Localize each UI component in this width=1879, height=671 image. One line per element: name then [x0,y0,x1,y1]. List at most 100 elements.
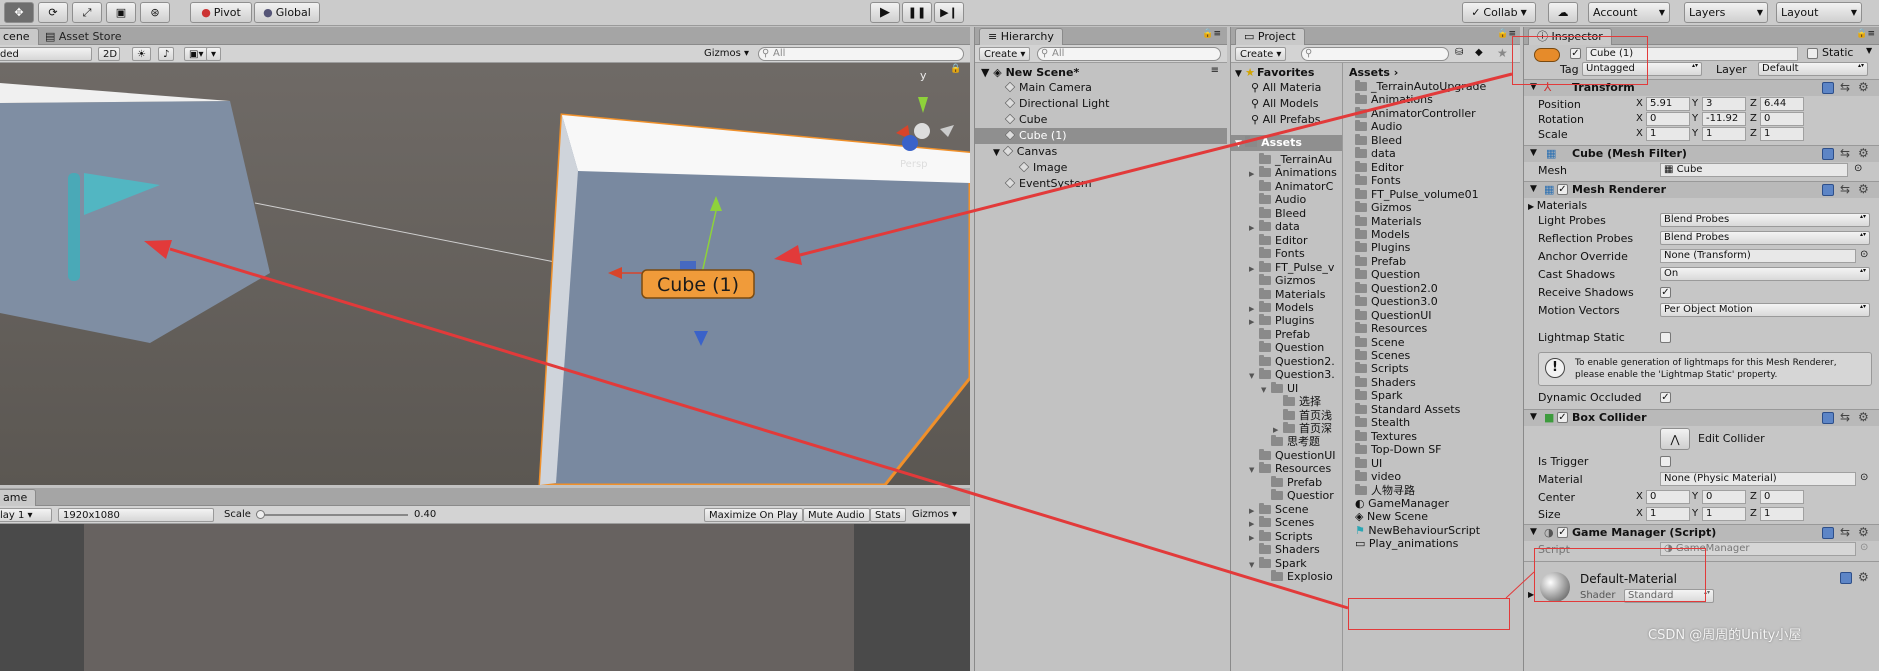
box-collider-header[interactable]: ▼ ■ ✓ Box Collider ⇆ ⚙ [1524,409,1879,426]
help-book-icon[interactable] [1822,412,1834,424]
size-x-field[interactable]: 1 [1646,507,1690,521]
motion-vectors-dropdown[interactable]: Per Object Motion [1660,303,1870,317]
anchor-override-field[interactable]: None (Transform) [1660,249,1856,263]
rotation-x-field[interactable]: 0 [1646,112,1690,126]
favorite-item[interactable]: ⚲ All Prefabs [1251,112,1321,128]
hierarchy-item[interactable]: EventSystem [1004,176,1092,192]
stats-toggle[interactable]: Stats [870,508,906,522]
game-viewport[interactable] [84,524,854,671]
collab-dropdown[interactable]: ✓ Collab ▼ [1462,2,1536,23]
2d-toggle[interactable]: 2D [98,47,120,61]
hierarchy-item[interactable]: Image [1018,160,1067,176]
object-picker-icon[interactable]: ⊙ [1860,472,1868,483]
tab-game[interactable]: ame [0,489,37,506]
triangle-down-icon[interactable]: ▼ [1261,382,1271,398]
cast-shadows-dropdown[interactable]: On [1660,267,1870,281]
lock-icon[interactable]: 🔒 [950,63,961,74]
mute-audio-toggle[interactable]: Mute Audio [803,508,870,522]
rotate-tool-icon[interactable]: ⟳ [38,2,68,23]
scale-slider[interactable] [258,514,408,516]
help-book-icon[interactable] [1822,184,1834,196]
tree-folder[interactable]: Explosio [1261,569,1333,585]
game-gizmos-dropdown[interactable]: Gizmos ▾ [908,508,961,522]
tab-hierarchy[interactable]: ≡ Hierarchy [979,28,1063,45]
gear-icon[interactable]: ⚙ [1858,525,1869,539]
effects-toggle-icon[interactable]: ▣▾ [184,47,209,61]
move-tool-icon[interactable]: ✥ [4,2,34,23]
component-enabled-checkbox[interactable]: ✓ [1557,412,1568,423]
tab-project[interactable]: ▭ Project [1235,28,1305,45]
gear-icon[interactable]: ⚙ [1858,80,1869,94]
rect-tool-icon[interactable]: ▣ [106,2,136,23]
maximize-on-play-toggle[interactable]: Maximize On Play [704,508,803,522]
hierarchy-item[interactable]: Directional Light [1004,96,1109,112]
help-book-icon[interactable] [1822,527,1834,539]
light-probes-dropdown[interactable]: Blend Probes [1660,213,1870,227]
mesh-renderer-header[interactable]: ▼ ▦ ✓ Mesh Renderer ⇆ ⚙ [1524,181,1879,198]
reflection-probes-dropdown[interactable]: Blend Probes [1660,231,1870,245]
pause-button[interactable]: ❚❚ [902,2,932,23]
lock-icon[interactable]: 🔒≡ [1856,29,1875,39]
scene-viewport[interactable]: Cube (1) y Persp 🔒 [0,63,970,485]
position-x-field[interactable]: 5.91 [1646,97,1690,111]
scale-slider-thumb[interactable] [256,510,265,519]
tab-scene[interactable]: cene [0,28,39,45]
scale-tool-icon[interactable]: ⤢ [72,2,102,23]
materials-foldout[interactable]: ▶ Materials [1528,199,1587,212]
create-dropdown[interactable]: Create ▾ [979,47,1031,61]
triangle-down-icon[interactable]: ▼ [1249,368,1259,384]
lock-icon[interactable]: 🔒≡ [1202,29,1221,39]
center-z-field[interactable]: 0 [1760,490,1804,504]
resolution-dropdown[interactable]: 1920x1080 [58,508,214,522]
help-book-icon[interactable] [1840,572,1852,584]
asset-item[interactable]: ▭ Play_animations [1355,536,1458,552]
layers-visibility-icon[interactable]: ▾ [206,47,222,61]
project-search-input[interactable]: ⚲ [1301,47,1449,61]
scale-z-field[interactable]: 1 [1760,127,1804,141]
gizmos-dropdown[interactable]: Gizmos ▾ [700,47,750,61]
center-x-field[interactable]: 0 [1646,490,1690,504]
filter-type-icon[interactable]: ⛁ [1455,47,1463,58]
shading-mode-dropdown[interactable]: ded [0,47,92,61]
hierarchy-item[interactable]: ▼ Canvas [993,144,1057,160]
receive-shadows-checkbox[interactable]: ✓ [1660,287,1671,298]
tab-asset-store[interactable]: ▤ Asset Store [36,28,131,45]
hierarchy-item[interactable]: Main Camera [1004,80,1092,96]
cloud-button[interactable]: ☁ [1548,2,1578,23]
layer-dropdown[interactable]: Default [1758,62,1868,76]
preset-icon[interactable]: ⇆ [1840,182,1850,196]
scene-search-input[interactable]: ⚲ All [758,47,964,61]
component-enabled-checkbox[interactable]: ✓ [1557,184,1568,195]
dynamic-occluded-checkbox[interactable]: ✓ [1660,392,1671,403]
favorite-item[interactable]: ⚲ All Materia [1251,80,1321,96]
scene-root[interactable]: ▼ ◈ New Scene* [981,65,1079,81]
preset-icon[interactable]: ⇆ [1840,80,1850,94]
help-book-icon[interactable] [1822,82,1834,94]
center-y-field[interactable]: 0 [1702,490,1746,504]
position-y-field[interactable]: 3 [1702,97,1746,111]
physic-material-field[interactable]: None (Physic Material) [1660,472,1856,486]
lightmap-static-checkbox[interactable] [1660,332,1671,343]
preset-icon[interactable]: ⇆ [1840,146,1850,160]
static-checkbox[interactable] [1807,48,1818,59]
scene-menu-icon[interactable]: ≡ [1211,65,1219,76]
play-button[interactable]: ▶ [870,2,900,23]
step-button[interactable]: ▶❙ [934,2,964,23]
size-y-field[interactable]: 1 [1702,507,1746,521]
account-dropdown[interactable]: Account ▼ [1588,2,1670,23]
transform-tool-icon[interactable]: ⊛ [140,2,170,23]
mesh-filter-header[interactable]: ▼ ▦ Cube (Mesh Filter) ⇆ ⚙ [1524,145,1879,162]
help-book-icon[interactable] [1822,148,1834,160]
gear-icon[interactable]: ⚙ [1858,182,1869,196]
is-trigger-checkbox[interactable] [1660,456,1671,467]
pivot-button[interactable]: ● Pivot [190,2,252,23]
hierarchy-item[interactable]: Cube [1004,112,1047,128]
scale-x-field[interactable]: 1 [1646,127,1690,141]
size-z-field[interactable]: 1 [1760,507,1804,521]
chevron-down-icon[interactable]: ▼ [1866,46,1872,55]
favorite-item[interactable]: ⚲ All Models [1251,96,1318,112]
project-create-dropdown[interactable]: Create ▾ [1235,47,1287,61]
filter-label-icon[interactable]: ◆ [1475,47,1483,58]
object-picker-icon[interactable]: ⊙ [1860,249,1868,260]
preset-icon[interactable]: ⇆ [1840,410,1850,424]
